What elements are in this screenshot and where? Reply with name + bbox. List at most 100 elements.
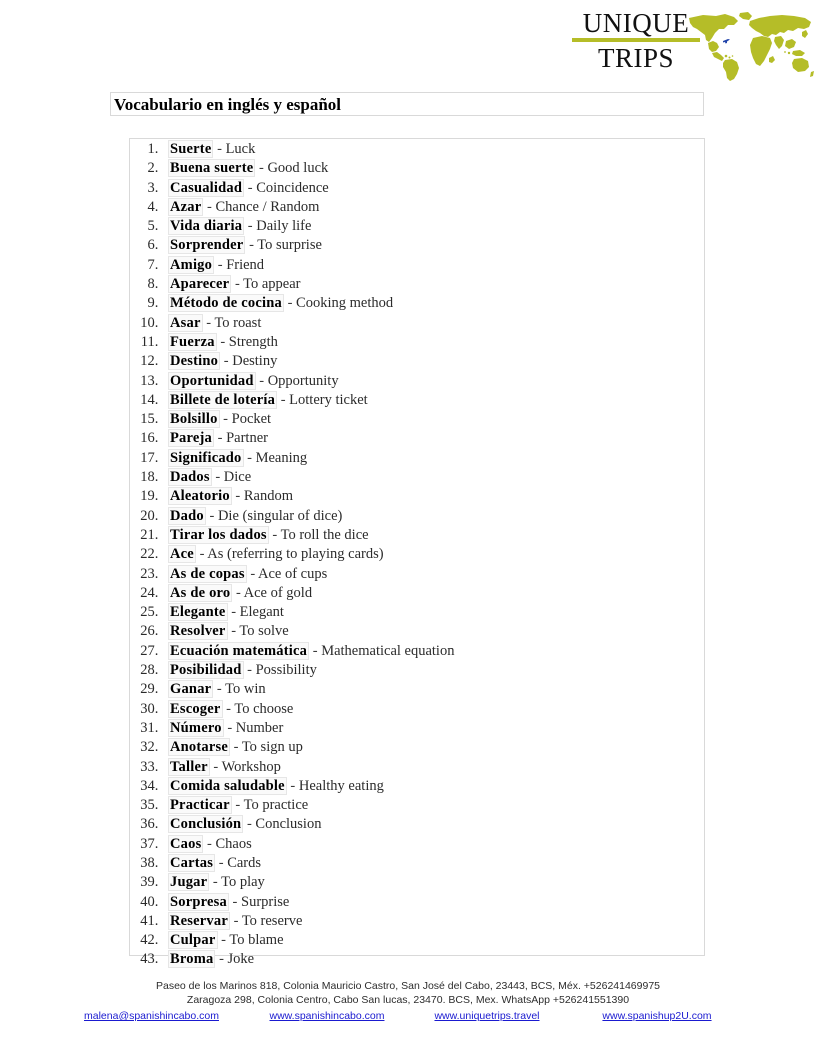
vocabulary-item: Conclusión - Conclusion: [162, 815, 704, 834]
vocabulary-translation: Pocket: [231, 411, 272, 428]
vocabulary-item: Buena suerte - Good luck: [162, 159, 704, 178]
vocabulary-item: Anotarse - To sign up: [162, 738, 704, 757]
vocabulary-separator: -: [217, 256, 223, 273]
logo-text-trips: TRIPS: [597, 43, 675, 73]
footer-address-line-1: Paseo de los Marinos 818, Colonia Mauric…: [155, 980, 660, 992]
vocabulary-item: Resolver - To solve: [162, 622, 704, 641]
vocabulary-translation: Workshop: [221, 758, 281, 775]
vocabulary-term: Practicar: [168, 796, 232, 815]
vocabulary-translation: To practice: [243, 797, 309, 814]
vocabulary-item: Elegante - Elegant: [162, 603, 704, 622]
vocabulary-separator: -: [247, 662, 252, 679]
page-header: UNIQUE TRIPS: [0, 0, 816, 88]
vocabulary-item: Billete de lotería - Lottery ticket: [162, 390, 704, 410]
vocabulary-separator: -: [213, 758, 219, 775]
vocabulary-separator: -: [232, 893, 238, 910]
vocabulary-translation: Healthy eating: [298, 777, 384, 794]
vocabulary-separator: -: [235, 797, 241, 814]
vocabulary-separator: -: [217, 141, 222, 157]
vocabulary-translation: Possibility: [255, 662, 317, 679]
vocabulary-term: Culpar: [168, 931, 218, 950]
vocabulary-translation: Lottery ticket: [289, 391, 368, 408]
vocabulary-item: Broma - Joke: [162, 950, 704, 969]
vocabulary-separator: -: [290, 777, 296, 794]
vocabulary-item: Ganar - To win: [162, 680, 704, 699]
vocabulary-term: Dados: [168, 468, 212, 487]
vocabulary-translation: Cards: [227, 854, 262, 871]
vocabulary-item: Sorpresa - Surprise: [162, 892, 704, 912]
vocabulary-term: Escoger: [168, 699, 223, 718]
vocabulary-translation: Luck: [225, 141, 256, 157]
vocabulary-translation: Cooking method: [296, 295, 394, 312]
footer-link-uniquetrips[interactable]: www.uniquetrips.travel: [434, 1010, 539, 1022]
vocabulary-translation: Conclusion: [255, 816, 322, 833]
vocabulary-translation: To reserve: [241, 912, 303, 929]
vocabulary-translation: Ace of cups: [258, 565, 328, 582]
vocabulary-translation: Surprise: [241, 893, 290, 910]
vocabulary-term: Pareja: [168, 429, 214, 448]
vocabulary-term: Sorprender: [168, 236, 246, 255]
vocabulary-translation: To win: [225, 681, 266, 698]
vocabulary-separator: -: [235, 488, 241, 505]
vocabulary-translation: Good luck: [267, 160, 329, 177]
vocabulary-separator: -: [199, 546, 205, 563]
vocabulary-separator: -: [250, 565, 256, 582]
vocabulary-translation: To solve: [239, 623, 289, 640]
vocabulary-term: Vida diaria: [168, 217, 245, 236]
vocabulary-separator: -: [247, 179, 253, 196]
vocabulary-term: Comida saludable: [168, 776, 287, 795]
vocabulary-separator: -: [212, 874, 218, 891]
vocabulary-item: Ace - As (referring to playing cards): [162, 545, 704, 564]
vocabulary-item: Escoger - To choose: [162, 699, 704, 719]
vocabulary-translation: Ace of gold: [243, 584, 313, 601]
footer-link-spanishincabo[interactable]: www.spanishincabo.com: [270, 1010, 385, 1022]
vocabulary-item: Jugar - To play: [162, 873, 704, 892]
vocabulary-separator: -: [227, 719, 233, 736]
vocabulary-separator: -: [233, 912, 239, 929]
vocabulary-separator: -: [246, 816, 252, 833]
vocabulary-term: Asar: [168, 313, 203, 332]
vocabulary-term: Casualidad: [168, 178, 245, 197]
vocabulary-item: Posibilidad - Possibility: [162, 661, 704, 680]
vocabulary-term: Ganar: [168, 680, 214, 699]
vocabulary-item: Significado - Meaning: [162, 448, 704, 468]
page-title: Vocabulario en inglés y español: [114, 95, 342, 114]
vocabulary-separator: -: [249, 237, 254, 254]
vocabulary-separator: -: [209, 507, 215, 524]
vocabulary-item: Ecuación matemática - Mathematical equat…: [162, 641, 704, 661]
vocabulary-separator: -: [247, 218, 253, 235]
footer-link-spanishup2u[interactable]: www.spanishup2U.com: [602, 1010, 711, 1022]
vocabulary-separator: -: [223, 353, 229, 370]
document-title-box: Vocabulario en inglés y español: [110, 92, 704, 116]
vocabulary-list-container: Suerte - LuckBuena suerte - Good luckCas…: [129, 138, 705, 969]
vocabulary-item: Destino - Destiny: [162, 352, 704, 371]
vocabulary-separator: -: [219, 951, 224, 968]
vocabulary-item: Sorprender - To surprise: [162, 236, 704, 255]
vocabulary-translation: To choose: [234, 700, 294, 717]
vocabulary-separator: -: [221, 932, 226, 949]
vocabulary-term: As de oro: [168, 583, 233, 602]
vocabulary-translation: To roll the dice: [280, 526, 369, 543]
vocabulary-translation: Partner: [226, 430, 268, 447]
footer-links: malena@spanishincabo.com www.spanishinca…: [0, 1009, 816, 1023]
vocabulary-item: Suerte - Luck: [162, 140, 704, 159]
vocabulary-term: Bolsillo: [168, 410, 220, 429]
vocabulary-translation: Strength: [228, 333, 278, 350]
vocabulary-item: Cartas - Cards: [162, 853, 704, 873]
vocabulary-separator: -: [235, 584, 241, 601]
vocabulary-term: Tirar los dados: [168, 525, 269, 544]
vocabulary-separator: -: [234, 276, 240, 293]
vocabulary-term: Aparecer: [168, 275, 232, 294]
plane-marker-icon: [723, 39, 730, 44]
vocabulary-translation: Chaos: [215, 835, 252, 852]
footer-link-email[interactable]: malena@spanishincabo.com: [84, 1010, 219, 1022]
vocabulary-translation: Coincidence: [256, 179, 329, 196]
vocabulary-term: Buena suerte: [168, 159, 256, 178]
vocabulary-translation: To appear: [243, 276, 301, 293]
logo-accent-rule: [572, 38, 700, 42]
vocabulary-translation: Random: [243, 488, 294, 505]
vocabulary-item: Dados - Dice: [162, 468, 704, 487]
vocabulary-item: Taller - Workshop: [162, 757, 704, 777]
vocabulary-translation: To play: [221, 874, 265, 891]
vocabulary-separator: -: [312, 642, 318, 659]
